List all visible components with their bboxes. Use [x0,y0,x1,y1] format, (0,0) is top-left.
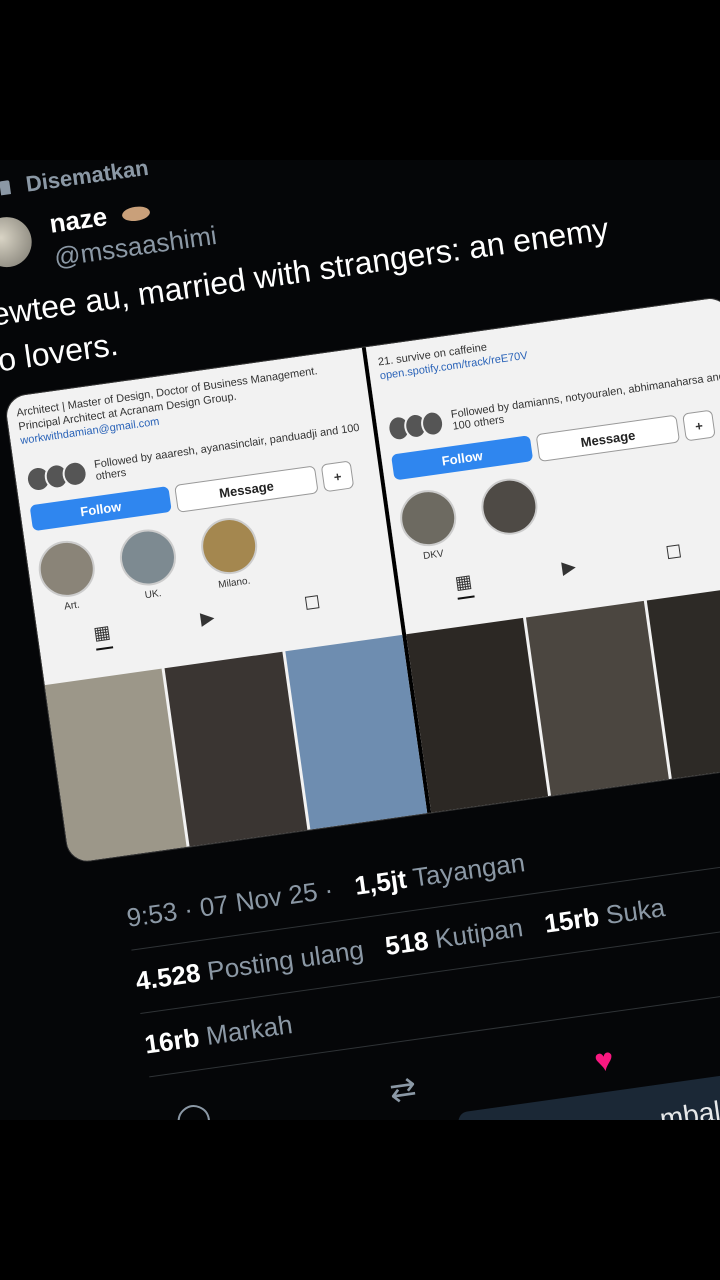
message-button: Message [535,414,681,463]
tweet-media[interactable]: Architect | Master of Design, Doctor of … [3,295,720,865]
repost-icon[interactable]: ⇄ [387,1069,419,1110]
views-label: Tayangan [410,847,527,893]
tagged-icon: ☐ [302,592,322,615]
likes-stat[interactable]: 15rb Suka [542,892,667,940]
photo-grid [44,634,428,864]
story-highlights: Art. UK. Milano. [35,514,263,615]
grid-icon: ▦ [453,570,475,600]
views-count: 1,5jt [352,863,409,901]
grid-icon: ▦ [92,621,113,651]
quotes-label: Kutipan [433,912,525,955]
highlight-cover [396,486,460,550]
bookmarks-count: 16rb [142,1022,202,1060]
add-user-icon: + [682,409,716,442]
photo-tile [164,651,308,847]
reply-icon[interactable]: ◯ [173,1097,214,1120]
reels-icon: ▶ [560,556,578,578]
pinned-label: Disematkan [24,160,151,197]
highlight: UK. [116,525,181,604]
likes-count: 15rb [542,901,601,939]
highlight-label: Art. [63,599,81,613]
reels-icon: ▶ [199,606,216,629]
highlight-label: UK. [144,588,163,602]
quotes-stat[interactable]: 518 Kutipan [383,912,525,962]
reposts-count: 4.528 [133,957,203,997]
pinned-indicator: Disematkan [0,160,150,201]
photo-tile [526,600,669,796]
highlight-label: DKV [422,548,445,563]
story-highlights: DKV [396,475,544,565]
reply-placeholder: mbalas? [657,1089,720,1120]
reposts-label: Posting ulang [205,934,366,987]
highlight-label: Milano. [217,575,252,591]
photo-tile [44,668,187,864]
pin-icon [0,180,12,196]
highlight: DKV [396,486,462,564]
add-user-icon: + [320,460,355,493]
timestamp: 9:53 · 07 Nov 25 · [124,874,336,933]
highlight-cover [477,475,542,539]
follow-button: Follow [29,485,172,532]
bat-emoji-icon [121,205,151,223]
likes-label: Suka [603,892,667,931]
photo-tile [406,617,549,813]
tagged-icon: ☐ [664,541,684,564]
photo-grid [406,584,720,813]
message-button: Message [174,465,319,513]
display-name-text: naze [47,201,109,239]
avatar[interactable] [0,213,35,271]
highlight: Milano. [197,514,263,592]
highlight-cover [197,514,261,578]
phone-screen: Disematkan naze @mssaashimi ewtee au, ma… [0,160,720,1120]
tilted-content: Disematkan naze @mssaashimi ewtee au, ma… [0,160,720,1120]
highlight-cover [116,525,180,590]
bookmarks-label: Markah [204,1009,295,1051]
highlight-cover [35,537,99,601]
media-image-left[interactable]: Architect | Master of Design, Doctor of … [4,347,432,864]
highlight [477,475,543,553]
bookmarks-stat[interactable]: 16rb Markah [143,1009,295,1060]
like-heart-icon[interactable]: ♥ [592,1041,616,1081]
quotes-count: 518 [383,925,431,962]
photo-tile [285,634,428,830]
follow-button: Follow [391,435,534,481]
views[interactable]: 1,5jt Tayangan [353,847,527,902]
highlight: Art. [35,537,100,615]
